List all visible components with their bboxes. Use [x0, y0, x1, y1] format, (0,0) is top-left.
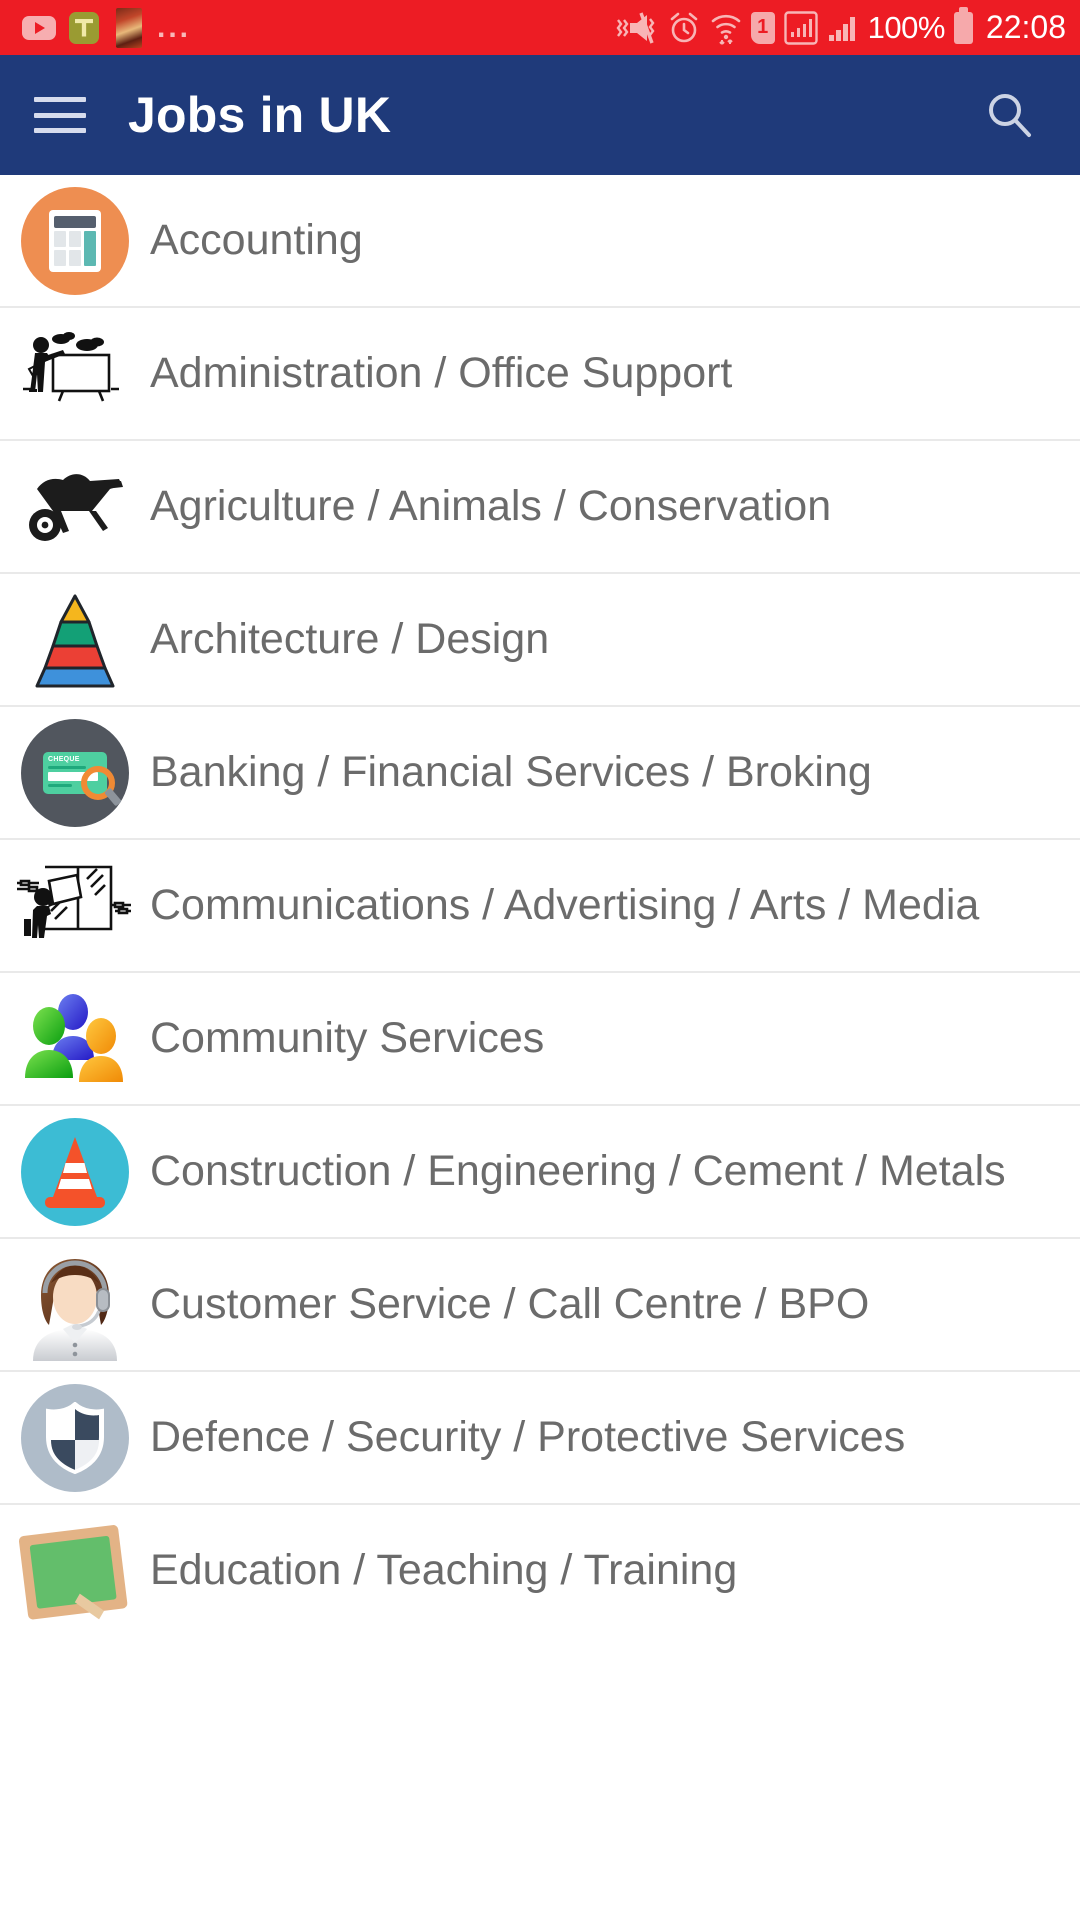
list-item[interactable]: Agriculture / Animals / Conservation [0, 441, 1080, 574]
alarm-icon [667, 11, 701, 45]
vibrate-mute-icon [616, 11, 658, 45]
whiteboard-presenter-icon [23, 331, 119, 401]
status-bar-system-icons: 1 100% 22:08 [616, 6, 1066, 46]
hamburger-menu-button[interactable] [34, 93, 90, 137]
status-bar-notifications: ... [22, 7, 192, 48]
chalkboard-icon [18, 1524, 128, 1619]
hamburger-line [34, 128, 86, 133]
people-group-icon [25, 993, 123, 1082]
list-item-label: Administration / Office Support [150, 349, 733, 398]
list-item[interactable]: Customer Service / Call Centre / BPO [0, 1239, 1080, 1372]
poster-billboard-icon [17, 865, 131, 938]
list-item-label: Community Services [150, 1014, 545, 1063]
list-item[interactable]: CHEQUE Banking / Financial Services / Br… [0, 707, 1080, 840]
signal-boxed-icon [783, 10, 818, 45]
list-item[interactable]: Architecture / Design [0, 574, 1080, 707]
notification-overflow-icon: ... [157, 10, 192, 44]
list-item-icon: CHEQUE [0, 707, 150, 838]
calculator-icon [21, 186, 129, 295]
pyramid-chart-icon [35, 594, 115, 687]
list-item[interactable]: Administration / Office Support [0, 308, 1080, 441]
list-item-icon [0, 175, 150, 306]
list-item-icon [0, 973, 150, 1104]
list-item-icon [0, 1505, 150, 1636]
app-bar: Jobs in UK [0, 55, 1080, 175]
list-item-label: Banking / Financial Services / Broking [150, 748, 872, 797]
list-item-icon [0, 1372, 150, 1503]
list-item-icon [0, 1106, 150, 1237]
list-item[interactable]: Accounting [0, 175, 1080, 308]
youtube-notification-icon [22, 11, 56, 45]
list-item-label: Customer Service / Call Centre / BPO [150, 1280, 870, 1329]
list-item[interactable]: Construction / Engineering / Cement / Me… [0, 1106, 1080, 1239]
list-item-icon [0, 1239, 150, 1370]
search-icon [989, 94, 1031, 137]
list-item-label: Education / Teaching / Training [150, 1546, 738, 1595]
list-item-icon [0, 441, 150, 572]
magnifier-icon [81, 765, 115, 800]
list-item-icon [0, 308, 150, 439]
traffic-cone-icon [21, 1117, 129, 1226]
signal-bars-icon [827, 11, 859, 45]
headset-agent-icon [33, 1258, 117, 1361]
list-item-label: Construction / Engineering / Cement / Me… [150, 1147, 1006, 1196]
hamburger-line [34, 112, 86, 118]
list-item-icon [0, 574, 150, 705]
hamburger-line [34, 97, 86, 102]
cheque-label: CHEQUE [48, 755, 80, 763]
list-item-label: Agriculture / Animals / Conservation [150, 482, 832, 531]
photo-notification-icon [112, 7, 146, 48]
category-list: Accounting Administration / Office Suppo… [0, 175, 1080, 1636]
sim-card-icon: 1 [750, 11, 775, 44]
list-item[interactable]: Defence / Security / Protective Services [0, 1372, 1080, 1505]
page-title: Jobs in UK [128, 87, 392, 143]
battery-icon [953, 6, 973, 44]
cheque-magnifier-icon: CHEQUE [21, 718, 129, 827]
list-item-label: Accounting [150, 216, 363, 265]
list-item[interactable]: Education / Teaching / Training [0, 1505, 1080, 1636]
wifi-icon [710, 11, 742, 45]
status-bar: ... 1 100% 22:08 [0, 0, 1080, 55]
search-button[interactable] [974, 80, 1044, 150]
wheelbarrow-icon [29, 473, 123, 541]
shield-icon [21, 1383, 129, 1492]
status-bar-clock: 22:08 [985, 9, 1066, 45]
list-item-label: Defence / Security / Protective Services [150, 1413, 906, 1462]
app-notification-icon [67, 11, 101, 45]
list-item[interactable]: Community Services [0, 973, 1080, 1106]
list-item-label: Architecture / Design [150, 615, 550, 664]
list-item[interactable]: Communications / Advertising / Arts / Me… [0, 840, 1080, 973]
list-item-icon [0, 840, 150, 971]
list-item-label: Communications / Advertising / Arts / Me… [150, 881, 980, 930]
battery-percent-label: 100% [867, 9, 946, 45]
